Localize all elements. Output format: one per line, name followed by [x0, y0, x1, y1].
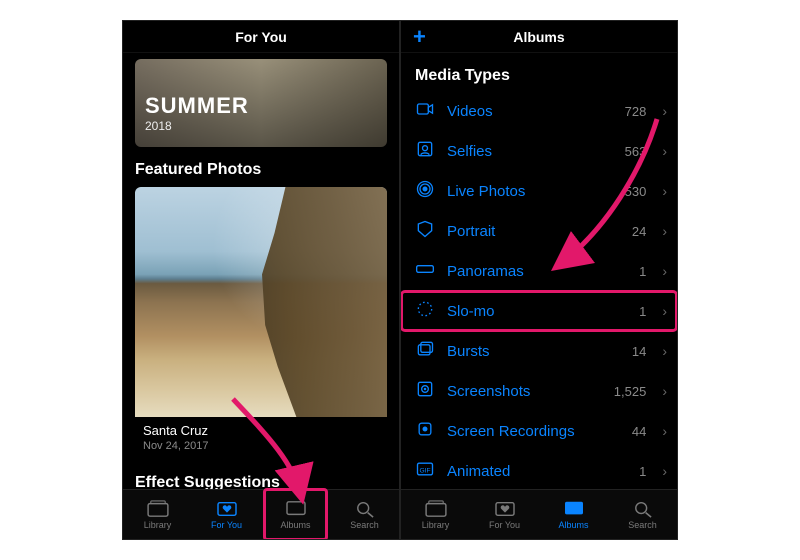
- live-icon: [415, 179, 435, 203]
- tab-bar: Library For You Albums Search: [123, 489, 399, 539]
- nav-title: Albums: [513, 29, 564, 45]
- featured-date: Nov 24, 2017: [143, 440, 379, 452]
- row-screenshot[interactable]: Screenshots 1,525 ›: [401, 371, 677, 411]
- row-count: 1: [639, 464, 646, 479]
- effects-heading: Effect Suggestions: [135, 474, 387, 489]
- chevron-right-icon: ›: [662, 343, 667, 359]
- row-animated[interactable]: GIF Animated 1 ›: [401, 451, 677, 489]
- row-count: 1: [639, 304, 646, 319]
- albums-icon: [285, 500, 307, 518]
- row-count: 1: [639, 264, 646, 279]
- chevron-right-icon: ›: [662, 143, 667, 159]
- nav-title: For You: [235, 29, 287, 45]
- chevron-right-icon: ›: [662, 183, 667, 199]
- row-label: Screenshots: [447, 383, 602, 400]
- library-icon: [425, 500, 447, 518]
- chevron-right-icon: ›: [662, 103, 667, 119]
- search-icon: [354, 500, 376, 518]
- memory-year: 2018: [145, 119, 172, 133]
- heart-icon: [494, 500, 516, 518]
- tab-albums[interactable]: Albums: [539, 490, 608, 539]
- search-icon: [632, 500, 654, 518]
- memory-card[interactable]: SUMMER 2018: [135, 59, 387, 147]
- tab-for-you-label: For You: [489, 520, 520, 530]
- row-pano[interactable]: Panoramas 1 ›: [401, 251, 677, 291]
- tab-for-you-label: For You: [211, 520, 242, 530]
- featured-image: [135, 187, 387, 417]
- row-label: Selfies: [447, 143, 613, 160]
- row-label: Live Photos: [447, 183, 613, 200]
- tab-for-you[interactable]: For You: [192, 490, 261, 539]
- burst-icon: [415, 339, 435, 363]
- slomo-icon: [415, 299, 435, 323]
- for-you-content: SUMMER 2018 Featured Photos Santa Cruz N…: [123, 53, 399, 489]
- tab-bar: Library For You Albums Search: [401, 489, 677, 539]
- row-label: Portrait: [447, 223, 620, 240]
- pano-icon: [415, 259, 435, 283]
- row-recording[interactable]: Screen Recordings 44 ›: [401, 411, 677, 451]
- tab-search-label: Search: [628, 520, 657, 530]
- animated-icon: GIF: [415, 459, 435, 483]
- chevron-right-icon: ›: [662, 423, 667, 439]
- featured-photo[interactable]: Santa Cruz Nov 24, 2017: [135, 187, 387, 460]
- row-label: Slo-mo: [447, 303, 627, 320]
- row-slomo[interactable]: Slo-mo 1 ›: [401, 291, 677, 331]
- tab-library-label: Library: [422, 520, 450, 530]
- row-count: 24: [632, 224, 646, 239]
- chevron-right-icon: ›: [662, 223, 667, 239]
- media-types-list: Videos728›Selfies563›Live Photos530›Port…: [401, 91, 677, 489]
- row-label: Panoramas: [447, 263, 627, 280]
- video-icon: [415, 99, 435, 123]
- selfie-icon: [415, 139, 435, 163]
- row-video[interactable]: Videos 728 ›: [401, 91, 677, 131]
- recording-icon: [415, 419, 435, 443]
- tab-albums-label: Albums: [558, 520, 588, 530]
- add-album-button[interactable]: +: [413, 26, 426, 48]
- tab-search[interactable]: Search: [330, 490, 399, 539]
- row-label: Animated: [447, 463, 627, 480]
- tab-for-you[interactable]: For You: [470, 490, 539, 539]
- albums-icon: [563, 500, 585, 518]
- nav-bar: + Albums: [401, 21, 677, 53]
- chevron-right-icon: ›: [662, 463, 667, 479]
- row-count: 14: [632, 344, 646, 359]
- chevron-right-icon: ›: [662, 383, 667, 399]
- nav-bar: For You: [123, 21, 399, 53]
- row-count: 1,525: [614, 384, 647, 399]
- tab-albums[interactable]: Albums: [261, 490, 330, 539]
- row-label: Screen Recordings: [447, 423, 620, 440]
- featured-heading: Featured Photos: [135, 161, 387, 179]
- svg-text:GIF: GIF: [419, 467, 430, 474]
- row-label: Videos: [447, 103, 613, 120]
- heart-icon: [216, 500, 238, 518]
- chevron-right-icon: ›: [662, 303, 667, 319]
- row-count: 728: [625, 104, 647, 119]
- row-selfie[interactable]: Selfies 563 ›: [401, 131, 677, 171]
- phone-albums: + Albums Media Types Videos 728 › Selfies 56…: [400, 20, 678, 540]
- row-count: 44: [632, 424, 646, 439]
- phone-for-you: For You SUMMER 2018 Featured Photos Sant…: [122, 20, 400, 540]
- media-types-heading: Media Types: [415, 67, 663, 85]
- row-count: 563: [625, 144, 647, 159]
- memory-title: SUMMER: [145, 93, 249, 119]
- portrait-icon: [415, 219, 435, 243]
- tab-search[interactable]: Search: [608, 490, 677, 539]
- albums-content: Media Types Videos728›Selfies563›Live Ph…: [401, 53, 677, 489]
- tab-library-label: Library: [144, 520, 172, 530]
- row-burst[interactable]: Bursts 14 ›: [401, 331, 677, 371]
- row-label: Bursts: [447, 343, 620, 360]
- screenshot-icon: [415, 379, 435, 403]
- tab-library[interactable]: Library: [123, 490, 192, 539]
- tab-library[interactable]: Library: [401, 490, 470, 539]
- library-icon: [147, 500, 169, 518]
- tab-albums-label: Albums: [280, 520, 310, 530]
- row-count: 530: [625, 184, 647, 199]
- chevron-right-icon: ›: [662, 263, 667, 279]
- tab-search-label: Search: [350, 520, 379, 530]
- row-portrait[interactable]: Portrait 24 ›: [401, 211, 677, 251]
- row-live[interactable]: Live Photos 530 ›: [401, 171, 677, 211]
- featured-place: Santa Cruz: [143, 423, 379, 438]
